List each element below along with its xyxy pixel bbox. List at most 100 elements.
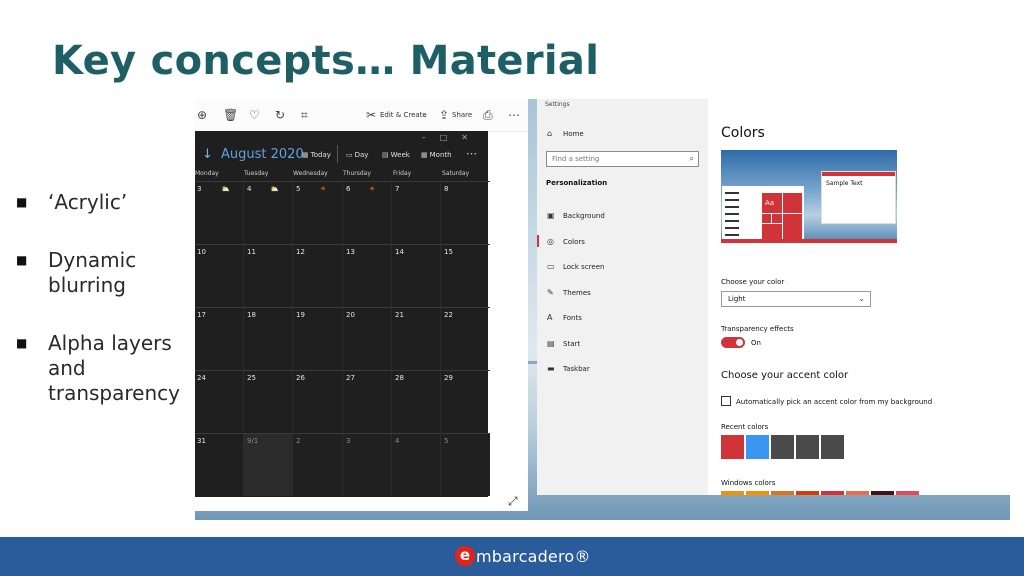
preview-tile [783, 214, 802, 240]
share-button[interactable]: Share [452, 111, 472, 119]
calendar-day[interactable]: 7 [391, 181, 441, 244]
color-swatch[interactable] [746, 491, 769, 495]
edit-create-button[interactable]: Edit & Create [380, 111, 427, 119]
calendar-day[interactable]: 2 [292, 433, 342, 496]
calendar-day[interactable]: 24 [195, 370, 243, 433]
weekday-label: Friday [393, 170, 412, 177]
settings-search-input[interactable]: Find a setting ⌕ [546, 151, 699, 167]
calendar-day[interactable]: 19 [292, 307, 342, 370]
zoom-icon[interactable]: ⊕ [197, 109, 207, 121]
calendar-day[interactable]: 25 [243, 370, 293, 433]
font-icon: A [547, 313, 553, 322]
calendar-day[interactable]: 10 [195, 244, 243, 307]
choose-color-dropdown[interactable]: Light ⌄ [721, 291, 871, 307]
calendar-day[interactable]: 3 [195, 181, 243, 244]
heart-icon[interactable]: ♡ [249, 109, 260, 121]
calendar-day[interactable]: 6 [342, 181, 392, 244]
calendar-day[interactable]: 3 [342, 433, 392, 496]
color-swatch[interactable] [771, 435, 794, 459]
calendar-day[interactable]: 15 [440, 244, 490, 307]
transparency-toggle[interactable] [721, 337, 745, 348]
palette-icon: ◎ [547, 237, 554, 246]
month-view-button[interactable]: ▦ Month [421, 151, 452, 159]
nav-item-themes[interactable]: ✎ Themes [547, 288, 591, 297]
color-swatch[interactable] [796, 491, 819, 495]
bullet-square-icon: ■ [16, 253, 28, 267]
calendar-day[interactable]: 4 [391, 433, 441, 496]
weekday-label: Wednesday [293, 170, 328, 177]
share-icon[interactable]: ⇪ [439, 109, 449, 121]
color-swatch[interactable] [771, 491, 794, 495]
nav-item-taskbar[interactable]: ▬ Taskbar [547, 364, 590, 373]
calendar-day[interactable]: 20 [342, 307, 392, 370]
crop-icon[interactable]: ⌗ [301, 109, 308, 121]
accent-heading: Choose your accent color [721, 370, 849, 381]
day-view-button[interactable]: ▭ Day [346, 151, 368, 159]
expand-icon[interactable]: ⤢ [508, 494, 518, 509]
edit-icon[interactable]: ✂ [366, 109, 376, 121]
calendar-day[interactable]: 14 [391, 244, 441, 307]
calendar-day[interactable]: 28 [391, 370, 441, 433]
color-swatch[interactable] [846, 491, 869, 495]
calendar-day[interactable]: 21 [391, 307, 441, 370]
arrow-down-icon[interactable]: ↓ [202, 147, 213, 162]
color-swatch[interactable] [821, 435, 844, 459]
slide-title: Key concepts… Material [52, 38, 600, 84]
calendar-day[interactable]: 12 [292, 244, 342, 307]
more-icon[interactable]: ⋯ [466, 147, 477, 160]
chevron-down-icon[interactable]: ⌄ [422, 111, 428, 119]
color-swatch[interactable] [871, 491, 894, 495]
color-swatch[interactable] [746, 435, 769, 459]
more-icon[interactable]: ⋯ [508, 109, 520, 121]
photos-toolbar: ⊕ 🗑 ♡ ↻ ⌗ ✂ Edit & Create ⌄ ⇪ Share ⎙ ⋯ [195, 99, 528, 132]
today-button[interactable]: ▦ Today [302, 151, 331, 159]
settings-window: Settings ⌂ Home Find a setting ⌕ Personal… [537, 99, 1010, 495]
window-controls[interactable]: –□✕ [422, 133, 482, 142]
nav-item-start[interactable]: ▤ Start [547, 339, 580, 348]
nav-item-lock-screen[interactable]: ▭ Lock screen [547, 262, 604, 271]
calendar-day[interactable]: 9/1 [243, 433, 293, 496]
week-view-button[interactable]: ▤ Week [382, 151, 410, 159]
calendar-day[interactable]: 31 [195, 433, 243, 496]
bullet-item: ■ Dynamic blurring [16, 248, 191, 298]
preview-taskbar [721, 239, 897, 243]
settings-app-title: Settings [545, 101, 570, 108]
home-icon: ⌂ [547, 129, 553, 138]
calendar-day[interactable]: 17 [195, 307, 243, 370]
nav-home[interactable]: ⌂ Home [547, 129, 584, 138]
calendar-day[interactable]: 18 [243, 307, 293, 370]
calendar-month[interactable]: August 2020 [221, 147, 304, 162]
calendar-day[interactable]: 27 [342, 370, 392, 433]
bullet-item: ■ ‘Acrylic’ [16, 190, 191, 215]
calendar-day[interactable]: 5 [440, 433, 490, 496]
auto-accent-checkbox[interactable] [721, 396, 731, 406]
nav-item-colors[interactable]: ◎ Colors [537, 235, 585, 247]
calendar-day[interactable]: 22 [440, 307, 490, 370]
rotate-icon[interactable]: ↻ [275, 109, 285, 121]
logo-mark: e [455, 546, 475, 566]
nav-item-fonts[interactable]: A Fonts [547, 313, 582, 322]
nav-item-background[interactable]: ▣ Background [547, 211, 605, 220]
print-icon[interactable]: ⎙ [483, 109, 493, 121]
calendar-day[interactable]: 26 [292, 370, 342, 433]
calendar-day[interactable]: 4 [243, 181, 293, 244]
preview-tile [772, 214, 782, 223]
calendar-day[interactable]: 8 [440, 181, 490, 244]
preview-tile [762, 214, 771, 223]
delete-icon[interactable]: 🗑 [223, 109, 238, 121]
color-swatch[interactable] [896, 491, 919, 495]
color-swatch[interactable] [721, 435, 744, 459]
calendar-day[interactable]: 13 [342, 244, 392, 307]
color-swatch[interactable] [821, 491, 844, 495]
calendar-day[interactable]: 11 [243, 244, 293, 307]
bullet-text: Alpha layers and transparency [48, 331, 180, 405]
calendar-day[interactable]: 29 [440, 370, 490, 433]
preview-tile-text: Aa [765, 199, 775, 207]
sun-icon: ☀ [320, 185, 327, 193]
color-swatch[interactable] [796, 435, 819, 459]
calendar-day[interactable]: 5 [292, 181, 342, 244]
color-swatch[interactable] [721, 491, 744, 495]
bullet-square-icon: ■ [16, 336, 28, 350]
embarcadero-logo: e mbarcadero® [455, 546, 591, 566]
day-view-icon: ▭ [346, 151, 353, 159]
